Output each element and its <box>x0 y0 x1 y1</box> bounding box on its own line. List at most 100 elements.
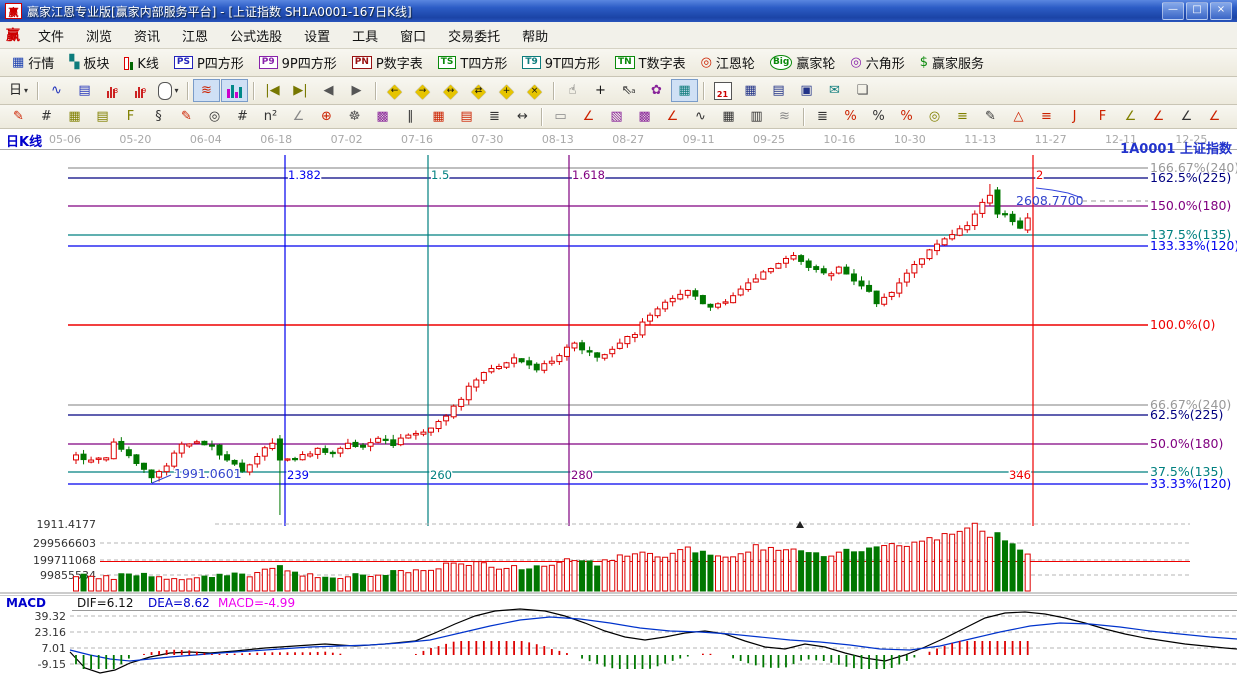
angle-line-icon[interactable]: ∠ <box>1173 105 1200 128</box>
menu-item-公式选股[interactable]: 公式选股 <box>220 23 292 48</box>
maximize-button[interactable]: □ <box>1186 2 1208 20</box>
bars-9-icon[interactable]: 9 <box>127 79 154 102</box>
info-list-icon[interactable]: ▤ <box>71 79 98 102</box>
table-grid2-icon[interactable]: ▥ <box>743 105 770 128</box>
flower-tool-icon[interactable]: ✿ <box>643 79 670 102</box>
price-chart-canvas[interactable]: 日K线05-0605-2006-0406-1807-0207-1607-3008… <box>0 129 1237 687</box>
t9-square-button[interactable]: T99T四方形 <box>515 51 607 74</box>
menu-item-文件[interactable]: 文件 <box>28 23 74 48</box>
red-fan-icon[interactable]: ∠ <box>575 105 602 128</box>
grid-brain-icon[interactable]: ▦ <box>671 79 698 102</box>
shen-grid-icon[interactable]: ▦ <box>425 105 452 128</box>
menu-item-交易委托[interactable]: 交易委托 <box>438 23 510 48</box>
grid-box-icon[interactable]: ▩ <box>631 105 658 128</box>
draw-box-icon[interactable]: ▭ <box>547 105 574 128</box>
quote-table-button[interactable]: ▦行情 <box>5 51 61 74</box>
candle-style-dropdown[interactable]: ▾ <box>155 79 182 102</box>
mirror-angle-icon[interactable]: ∠ <box>285 105 312 128</box>
gold-lines-icon[interactable]: ≡ <box>949 105 976 128</box>
hexagon-wheel-button[interactable]: ◎六角形 <box>843 51 911 74</box>
kline-button[interactable]: K线 <box>117 51 166 74</box>
save-icon[interactable]: ▣ <box>793 79 820 102</box>
n2-grid-icon[interactable]: n² <box>257 105 284 128</box>
zoom-out-icon[interactable]: ◆↔ <box>437 79 464 102</box>
gold-grid-b-icon[interactable]: ▤ <box>89 105 116 128</box>
calendar-icon[interactable]: 21 <box>709 79 736 102</box>
crosshair-icon[interactable]: + <box>587 79 614 102</box>
percent-red-icon[interactable]: % <box>837 105 864 128</box>
chart-area[interactable]: 日K线05-0605-2006-0406-1807-0207-1607-3008… <box>0 129 1237 687</box>
compass-cross-icon[interactable]: ⊕ <box>313 105 340 128</box>
menu-item-设置[interactable]: 设置 <box>294 23 340 48</box>
print-help-icon[interactable]: ❏ <box>849 79 876 102</box>
spiral-tool-icon[interactable]: § <box>145 105 172 128</box>
bars-3-icon[interactable]: 3 <box>99 79 126 102</box>
minimize-button[interactable]: — <box>1162 2 1184 20</box>
pen-black-icon[interactable]: ✎ <box>977 105 1004 128</box>
period-day-dropdown[interactable]: 日▾ <box>5 79 32 102</box>
gold-angle-icon[interactable]: ∠ <box>1117 105 1144 128</box>
close-button[interactable]: × <box>1210 2 1232 20</box>
color-histogram-icon[interactable] <box>221 79 248 102</box>
mail-globe-icon[interactable]: ✉ <box>821 79 848 102</box>
wave-tool-icon[interactable]: ∿ <box>687 105 714 128</box>
winner-wheel-button[interactable]: Big赢家轮 <box>763 51 842 74</box>
menu-item-窗口[interactable]: 窗口 <box>390 23 436 48</box>
title-bar[interactable]: 赢 赢家江恩专业版[赢家内部服务平台] - [上证指数 SH1A0001-167… <box>0 0 1237 22</box>
red-lines-icon[interactable]: ≡ <box>1033 105 1060 128</box>
angle-fan-icon[interactable]: ∠ <box>659 105 686 128</box>
compress-icon[interactable]: ◆+ <box>493 79 520 102</box>
dense-grid-icon[interactable]: # <box>229 105 256 128</box>
formula-pattern-icon[interactable]: ≋ <box>193 79 220 102</box>
width-span-icon[interactable]: ↔ <box>509 105 536 128</box>
p-square-button[interactable]: PSP四方形 <box>167 51 251 74</box>
menu-item-帮助[interactable]: 帮助 <box>512 23 558 48</box>
k-mark-icon[interactable]: ∥ <box>397 105 424 128</box>
drag-hand-icon[interactable]: ☝ <box>559 79 586 102</box>
gold-circle-icon[interactable]: ◎ <box>921 105 948 128</box>
prev-page-icon[interactable]: ◀ <box>315 79 342 102</box>
indicator-list-icon[interactable]: ≣ <box>809 105 836 128</box>
gann-wheel-button[interactable]: ◎江恩轮 <box>694 51 762 74</box>
next-page-icon[interactable]: ▶ <box>343 79 370 102</box>
ruler-123-icon[interactable]: ≣ <box>481 105 508 128</box>
radial-web-icon[interactable]: ☸ <box>341 105 368 128</box>
menu-item-浏览[interactable]: 浏览 <box>76 23 122 48</box>
t-number-table-button[interactable]: TNT数字表 <box>608 51 693 74</box>
menu-item-工具[interactable]: 工具 <box>342 23 388 48</box>
pattern-window-icon[interactable]: ∿ <box>43 79 70 102</box>
expand-icon[interactable]: ◆× <box>521 79 548 102</box>
t-square-button[interactable]: TST四方形 <box>431 51 515 74</box>
gold-grid-a-icon[interactable]: ▦ <box>61 105 88 128</box>
speed-line-icon[interactable]: ∠ <box>1145 105 1172 128</box>
fan-box-icon[interactable]: ▧ <box>603 105 630 128</box>
ying-grid-icon[interactable]: ▤ <box>453 105 480 128</box>
f-line-icon[interactable]: F <box>1089 105 1116 128</box>
triangle-lines-icon[interactable]: △ <box>1005 105 1032 128</box>
report-icon[interactable]: ▤ <box>765 79 792 102</box>
percent-line-icon[interactable]: % <box>893 105 920 128</box>
hatch-lines-icon[interactable]: ≋ <box>771 105 798 128</box>
four-line-icon[interactable]: ∠ <box>1201 105 1228 128</box>
flag-pen-icon[interactable]: ✎ <box>173 105 200 128</box>
pan-left-icon[interactable]: ◆← <box>381 79 408 102</box>
sector-blocks-button[interactable]: ▚板块 <box>62 51 116 74</box>
f-grid-icon[interactable]: F <box>117 105 144 128</box>
pan-right-icon[interactable]: ◆→ <box>409 79 436 102</box>
percent-icon[interactable]: % <box>865 105 892 128</box>
j-line-icon[interactable]: J <box>1061 105 1088 128</box>
p9-square-button[interactable]: P99P四方形 <box>252 51 344 74</box>
web-box-icon[interactable]: ▩ <box>369 105 396 128</box>
pen-tool-icon[interactable]: ✎ <box>5 105 32 128</box>
zoom-in-icon[interactable]: ◆⇄ <box>465 79 492 102</box>
menu-item-资讯[interactable]: 资讯 <box>124 23 170 48</box>
calculator-icon[interactable]: ▦ <box>737 79 764 102</box>
cycle-circle-icon[interactable]: ◎ <box>201 105 228 128</box>
p-number-table-button[interactable]: PNP数字表 <box>345 51 430 74</box>
grid-tool-icon[interactable]: # <box>33 105 60 128</box>
first-page-icon[interactable]: |◀ <box>259 79 286 102</box>
last-page-icon[interactable]: ▶| <box>287 79 314 102</box>
winner-service-button[interactable]: $赢家服务 <box>913 51 991 74</box>
menu-item-江恩[interactable]: 江恩 <box>172 23 218 48</box>
pointer-a-icon[interactable]: ⇖a <box>615 79 642 102</box>
